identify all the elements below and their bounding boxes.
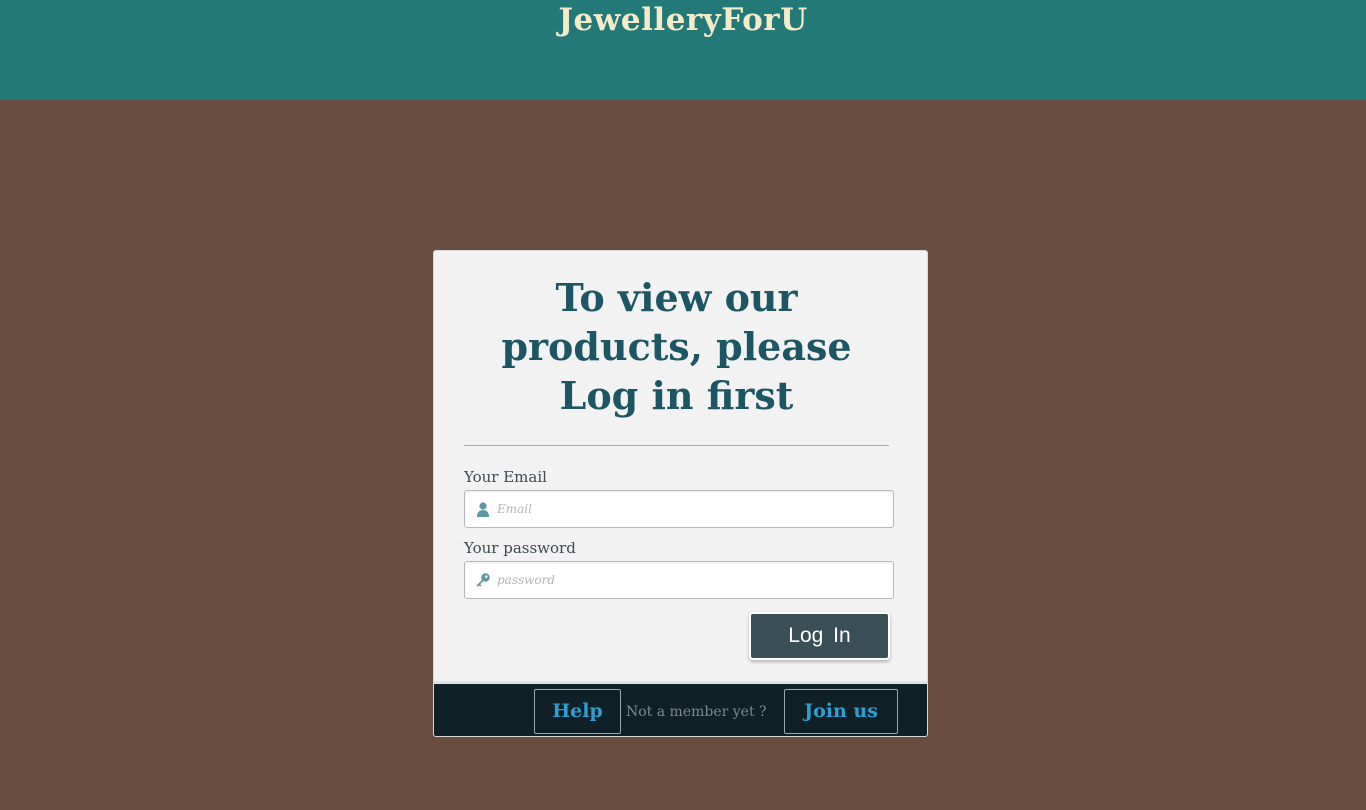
member-prompt-text: Not a member yet ? bbox=[626, 704, 767, 720]
site-title: JewelleryForU bbox=[558, 2, 808, 38]
login-button[interactable]: Log In bbox=[749, 612, 890, 660]
help-button[interactable]: Help bbox=[534, 689, 621, 734]
email-label: Your Email bbox=[464, 468, 547, 486]
email-field-wrapper[interactable] bbox=[464, 490, 894, 528]
key-icon bbox=[476, 573, 490, 587]
email-input[interactable] bbox=[497, 491, 887, 527]
password-input[interactable] bbox=[497, 562, 887, 598]
divider bbox=[464, 445, 889, 446]
top-header-bar: JewelleryForU bbox=[0, 0, 1366, 100]
login-card: To view our products, please Log in firs… bbox=[433, 250, 928, 737]
password-field-wrapper[interactable] bbox=[464, 561, 894, 599]
password-label: Your password bbox=[464, 539, 576, 557]
login-heading: To view our products, please Log in firs… bbox=[501, 275, 852, 418]
user-icon bbox=[477, 502, 489, 517]
join-us-button[interactable]: Join us bbox=[784, 689, 898, 734]
card-footer: Help Not a member yet ? Join us bbox=[434, 681, 927, 736]
